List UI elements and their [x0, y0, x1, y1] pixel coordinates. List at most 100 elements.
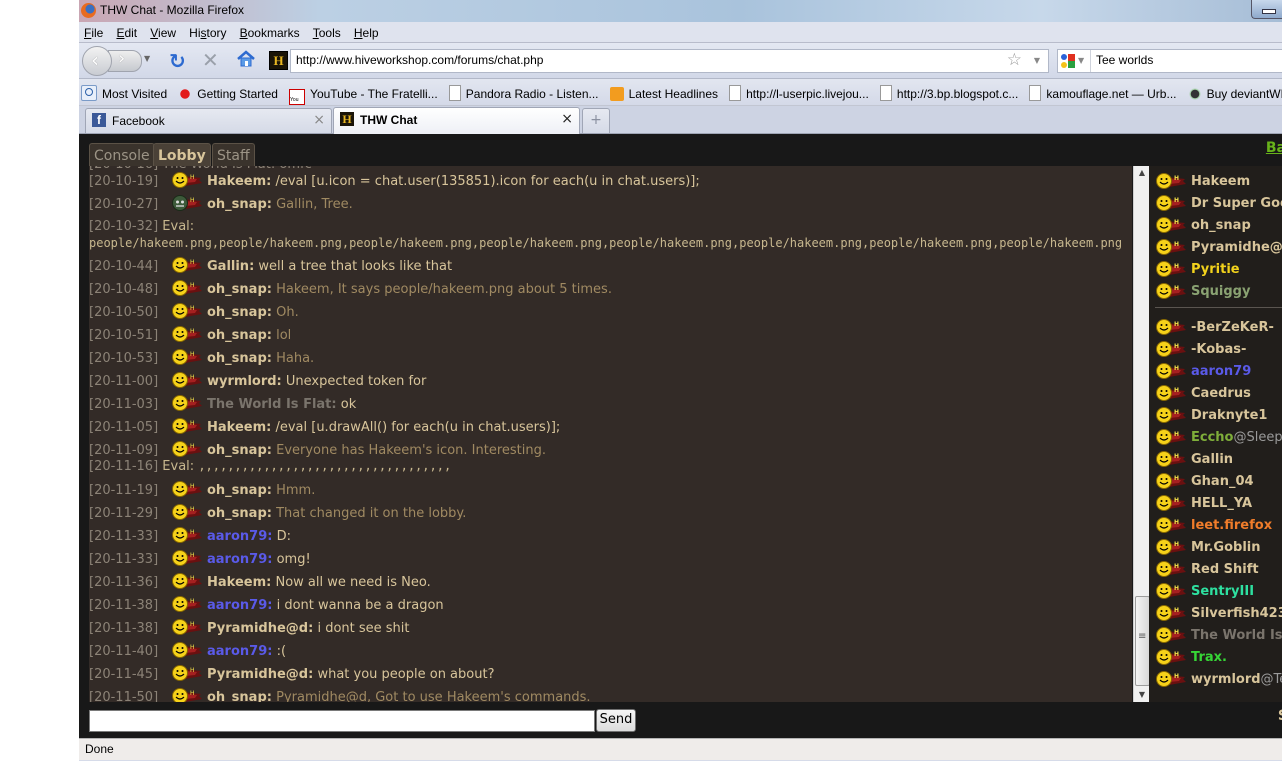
message-text: Hakeem, It says people/hakeem.png about …: [276, 282, 612, 297]
tab-facebook[interactable]: f Facebook ×: [85, 108, 332, 133]
chat-tab-staff[interactable]: Staff [x]: [212, 143, 255, 188]
menu-help[interactable]: Help: [349, 24, 384, 40]
menu-file[interactable]: File: [79, 24, 108, 40]
back-forward-group: ▼: [82, 46, 157, 76]
message-username[interactable]: Hakeem:: [207, 420, 271, 435]
menu-edit[interactable]: Edit: [111, 24, 142, 40]
top-right-link[interactable]: Ba: [1266, 140, 1282, 156]
bookmark-blogspot[interactable]: http://3.bp.blogspot.c...: [878, 79, 1022, 101]
user-avatar-icon: H: [1155, 361, 1187, 381]
home-icon[interactable]: [235, 48, 257, 70]
close-tab-icon[interactable]: ×: [313, 112, 325, 128]
menu-bar: File Edit View History Bookmarks Tools H…: [79, 22, 1282, 43]
message-username[interactable]: Gallin:: [207, 259, 254, 274]
window-title: THW Chat - Mozilla Firefox: [100, 3, 245, 17]
message-text: Oh.: [276, 305, 299, 320]
message-username[interactable]: oh_snap:: [207, 305, 272, 320]
bookmark-latest-headlines[interactable]: Latest Headlines: [608, 81, 722, 101]
scrollbar-thumb[interactable]: [1135, 596, 1150, 686]
message-text: Gallin, Tree.: [276, 197, 353, 212]
url-bar[interactable]: http://www.hiveworkshop.com/forums/chat.…: [290, 49, 1049, 73]
message-username[interactable]: oh_snap:: [207, 690, 272, 702]
user-avatar-icon: H: [1155, 237, 1187, 257]
message-username[interactable]: Hakeem:: [207, 174, 271, 189]
message-username[interactable]: oh_snap:: [207, 328, 272, 343]
search-input[interactable]: Tee worlds: [1096, 53, 1153, 67]
user-name: Red Shift: [1191, 562, 1259, 577]
message-username[interactable]: aaron79:: [207, 598, 272, 613]
message-username[interactable]: aaron79:: [207, 644, 272, 659]
close-tab-icon[interactable]: ×: [561, 111, 573, 127]
url-dropdown-icon[interactable]: ▼: [1034, 56, 1040, 65]
menu-view[interactable]: View: [145, 24, 181, 40]
message-text: /eval [u.icon = chat.user(135851).icon f…: [275, 174, 700, 189]
stop-icon[interactable]: ✕: [202, 48, 219, 72]
message-username[interactable]: The World Is Flat:: [207, 397, 337, 412]
chat-message-input[interactable]: [89, 710, 595, 732]
user-name: Trax.: [1191, 650, 1227, 665]
message-username[interactable]: oh_snap:: [207, 483, 272, 498]
message-username[interactable]: Pyramidhe@d:: [207, 621, 313, 636]
user-avatar-icon: H: [1155, 669, 1187, 689]
page-icon: [879, 85, 892, 101]
user-name: Gallin: [1191, 452, 1234, 467]
scroll-down-icon[interactable]: ▼: [1134, 688, 1150, 702]
menu-history[interactable]: History: [184, 24, 231, 40]
minimize-button[interactable]: [1251, 0, 1282, 19]
search-bar[interactable]: ▼ Tee worlds: [1057, 49, 1282, 73]
svg-text:H: H: [190, 282, 195, 289]
page-icon: [448, 85, 461, 101]
back-button[interactable]: [82, 46, 112, 76]
user-avatar-icon: H: [171, 347, 203, 367]
message-username[interactable]: aaron79:: [207, 552, 272, 567]
new-tab-button[interactable]: +: [582, 108, 610, 133]
user-name: Pyramidhe@d: [1191, 240, 1282, 255]
user-name: aaron79: [1191, 364, 1252, 379]
history-dropdown-icon[interactable]: ▼: [144, 54, 150, 63]
message-username[interactable]: oh_snap:: [207, 282, 272, 297]
bookmark-getting-started[interactable]: Getting Started: [176, 81, 282, 101]
user-avatar-icon: H: [171, 278, 203, 298]
chat-tab-lobby[interactable]: Lobby: [153, 143, 211, 166]
user-avatar-icon: H: [171, 640, 203, 660]
svg-text:H: H: [190, 690, 195, 697]
bookmark-most-visited[interactable]: Most Visited: [79, 79, 171, 101]
message-text: Hmm.: [276, 483, 316, 498]
send-button[interactable]: Send: [596, 709, 636, 732]
message-username[interactable]: oh_snap:: [207, 197, 272, 212]
site-identity-icon[interactable]: H: [269, 51, 288, 70]
menu-bookmarks[interactable]: Bookmarks: [235, 24, 305, 40]
message-timestamp: [20-10-50]: [89, 305, 159, 320]
message-username[interactable]: Hakeem:: [207, 575, 271, 590]
bookmark-pandora[interactable]: Pandora Radio - Listen...: [447, 79, 603, 101]
user-avatar-icon: H: [171, 617, 203, 637]
message-username[interactable]: wyrmlord:: [207, 374, 282, 389]
svg-text:H: H: [1174, 285, 1179, 292]
menu-tools[interactable]: Tools: [308, 24, 346, 40]
chat-scrollbar[interactable]: ▲ ▼: [1133, 166, 1150, 702]
message-username[interactable]: oh_snap:: [207, 443, 272, 458]
svg-text:H: H: [190, 552, 195, 559]
bookmark-deviantwear[interactable]: Buy deviantWEA: [1186, 81, 1282, 101]
svg-text:H: H: [190, 443, 195, 450]
message-username[interactable]: oh_snap:: [207, 506, 272, 521]
user-avatar-icon: H: [171, 439, 203, 459]
chat-tab-console[interactable]: Console: [89, 143, 155, 166]
message-username[interactable]: aaron79:: [207, 529, 272, 544]
user-avatar-icon: H: [171, 324, 203, 344]
url-input[interactable]: http://www.hiveworkshop.com/forums/chat.…: [296, 53, 543, 67]
user-avatar-icon: H: [1155, 405, 1187, 425]
google-icon[interactable]: [1060, 53, 1076, 69]
search-engine-dropdown-icon[interactable]: ▼: [1078, 56, 1084, 65]
hive-workshop-icon: H: [340, 112, 354, 126]
bookmark-star-icon[interactable]: ☆: [1007, 50, 1022, 70]
message-username[interactable]: Pyramidhe@d:: [207, 667, 313, 682]
forward-button[interactable]: [108, 48, 142, 72]
bookmark-livejournal[interactable]: http://l-userpic.livejou...: [727, 79, 873, 101]
scroll-up-icon[interactable]: ▲: [1134, 166, 1150, 180]
tab-thw-chat[interactable]: H THW Chat ×: [333, 107, 580, 134]
message-username[interactable]: oh_snap:: [207, 351, 272, 366]
reload-icon[interactable]: ↻: [169, 49, 186, 73]
bookmark-kamouflage[interactable]: kamouflage.net — Urb...: [1027, 79, 1180, 101]
bookmark-youtube[interactable]: YouTube - The Fratelli...: [287, 81, 442, 105]
